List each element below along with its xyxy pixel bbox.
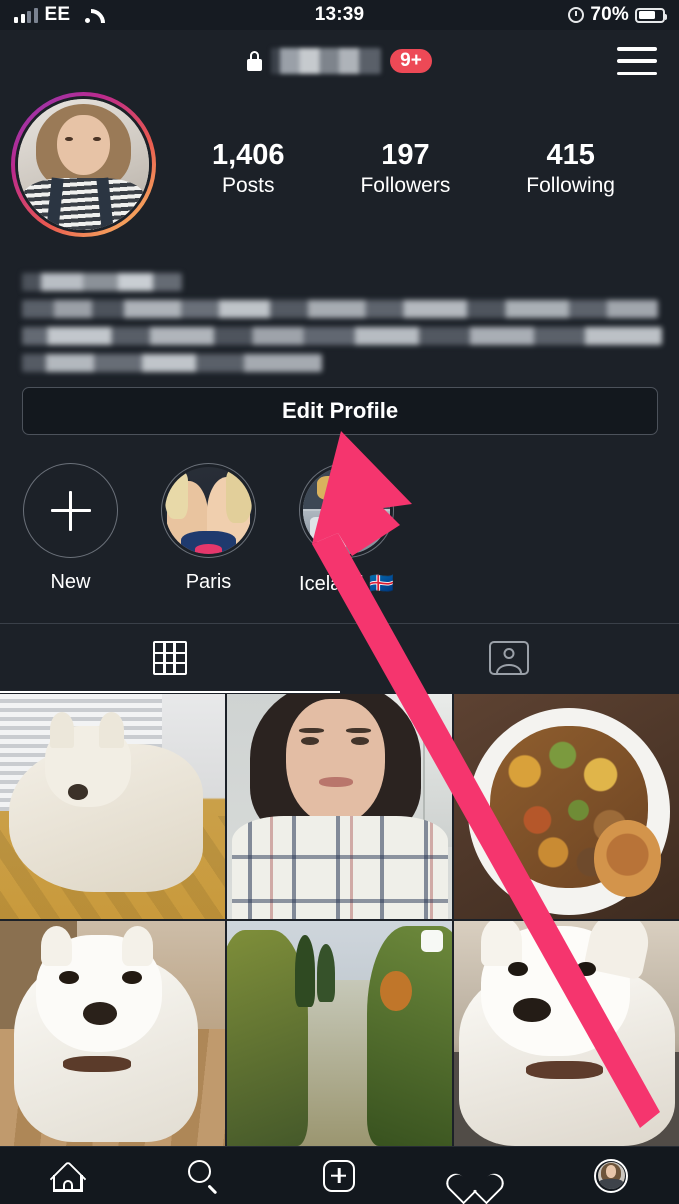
- grid-post[interactable]: [227, 694, 452, 919]
- active-tab-underline: [0, 691, 340, 693]
- bio-line: [22, 300, 658, 318]
- following-count: 415: [546, 139, 595, 171]
- nav-home[interactable]: [38, 1154, 98, 1198]
- bio-line: [22, 327, 662, 345]
- status-bar-right: 70%: [568, 4, 667, 26]
- plus-square-icon: [323, 1159, 356, 1192]
- grid-icon: [152, 641, 187, 675]
- alarm-clock-icon: [568, 7, 585, 23]
- bottom-navigation-bar: [0, 1146, 679, 1204]
- tab-grid[interactable]: [0, 624, 340, 692]
- profile-bio-redacted: [22, 273, 662, 381]
- hamburger-menu-icon[interactable]: [617, 47, 657, 75]
- highlight-cover: [299, 463, 394, 558]
- heart-icon: [458, 1161, 492, 1191]
- profile-tabs: [0, 624, 679, 692]
- profile-stats: 1,406 Posts 197 Followers 415 Following: [156, 92, 679, 198]
- battery-percent-label: 70%: [590, 4, 629, 25]
- username-redacted: [271, 48, 382, 74]
- tab-tagged[interactable]: [340, 624, 679, 692]
- followers-count: 197: [381, 139, 430, 171]
- grid-post[interactable]: [227, 921, 452, 1146]
- highlight-paris[interactable]: Paris: [161, 463, 256, 611]
- following-label: Following: [526, 174, 615, 198]
- followers-label: Followers: [360, 174, 451, 198]
- posts-grid: [0, 694, 679, 1146]
- padlock-icon: [247, 51, 263, 71]
- highlight-iceland[interactable]: Iceland 🇮🇸: [299, 463, 394, 611]
- posts-label: Posts: [221, 174, 275, 198]
- nav-create[interactable]: [309, 1154, 369, 1198]
- highlight-label: Iceland 🇮🇸: [299, 573, 394, 595]
- nav-profile[interactable]: [581, 1154, 641, 1198]
- highlight-cover: [161, 463, 256, 558]
- home-icon: [49, 1160, 87, 1197]
- tagged-person-icon: [489, 641, 530, 675]
- stat-posts[interactable]: 1,406 Posts: [212, 138, 285, 198]
- story-highlights: New Paris Iceland 🇮🇸: [0, 463, 679, 611]
- add-highlight-icon: [23, 463, 118, 558]
- edit-profile-button[interactable]: Edit Profile: [22, 387, 658, 435]
- posts-count: 1,406: [211, 139, 285, 171]
- top-navigation-bar: 9+: [0, 30, 679, 92]
- grid-post[interactable]: [0, 694, 225, 919]
- highlight-label: New: [50, 571, 91, 593]
- instagram-profile-screen: EE 13:39 70% 9+ 1,406 Posts 197 Follower…: [0, 0, 679, 1204]
- bio-line: [22, 273, 182, 291]
- search-icon: [187, 1159, 220, 1195]
- stat-followers[interactable]: 197 Followers: [360, 138, 450, 198]
- nav-activity[interactable]: [445, 1154, 505, 1198]
- highlight-new[interactable]: New: [23, 463, 118, 611]
- carousel-indicator-icon: [421, 930, 443, 952]
- notification-badge[interactable]: 9+: [390, 48, 432, 74]
- profile-header: 1,406 Posts 197 Followers 415 Following: [0, 92, 679, 242]
- grid-post[interactable]: [454, 921, 679, 1146]
- profile-avatar-icon: [594, 1158, 629, 1193]
- nav-search[interactable]: [174, 1154, 234, 1198]
- highlight-label: Paris: [185, 571, 232, 593]
- avatar-image: [18, 99, 149, 230]
- grid-post[interactable]: [0, 921, 225, 1146]
- battery-icon: [635, 7, 667, 23]
- grid-post[interactable]: [454, 694, 679, 919]
- username-header[interactable]: 9+: [247, 48, 432, 74]
- profile-avatar[interactable]: [11, 92, 156, 237]
- bio-line: [22, 354, 322, 372]
- status-bar: EE 13:39 70%: [0, 0, 679, 30]
- stat-following[interactable]: 415 Following: [526, 138, 615, 198]
